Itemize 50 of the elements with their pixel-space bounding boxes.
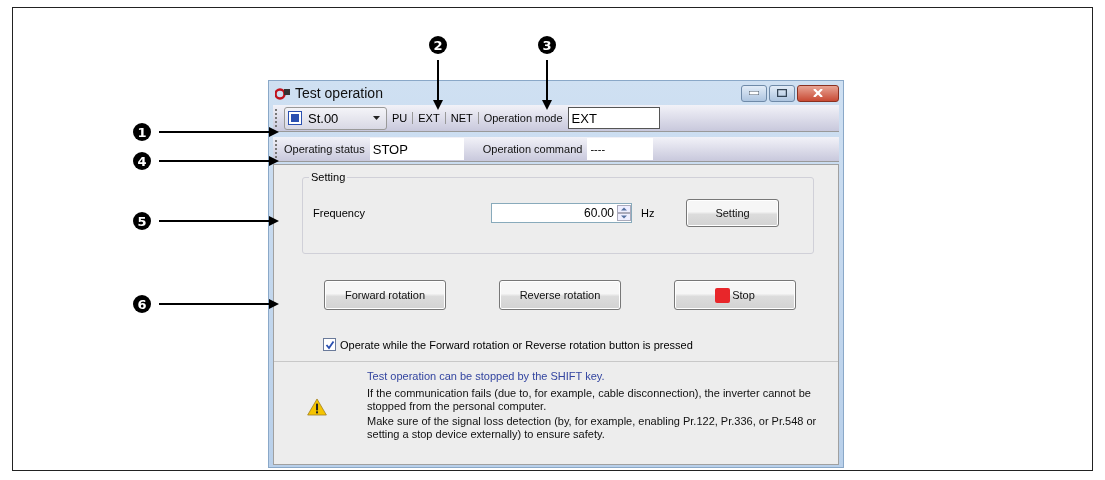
notice-text: If the communication fails (due to, for example, cable disconnection), the inverter cannot be stopped from the personal computer. [367,387,812,413]
maximize-button[interactable] [769,84,795,102]
checkbox-label: Operate while the Forward rotation or Reverse rotation button is pressed [340,338,693,351]
toolbar-grip[interactable] [275,109,279,127]
close-icon [813,89,823,97]
arrow-icon [159,299,279,309]
rotation-button[interactable]: Forward rotation [324,280,446,310]
frequency-label: Frequency [313,207,366,219]
spin-up-icon[interactable] [617,205,631,213]
operation-command-field: ---- [587,138,654,160]
stop-icon [715,287,731,303]
mode-button[interactable]: NET [450,112,479,124]
arrow-icon [542,60,552,110]
mode-button[interactable]: EXT [418,112,446,124]
frequency-field[interactable]: 60.00 [491,203,632,223]
setting-button[interactable]: Setting [686,199,779,227]
window-title: Test operation [295,85,383,101]
close-button[interactable] [797,84,839,102]
callout-number: 1 [133,123,151,141]
app-icon [275,86,291,100]
notice-headline: Test operation can be stopped by the SHIFT key. [367,370,606,383]
rotation-button[interactable]: Reverse rotation [499,280,621,310]
minimize-button[interactable] [741,84,767,102]
mode-button[interactable]: PU [392,112,414,124]
arrow-icon [433,60,443,110]
operation-command-label: Operation command [482,143,583,155]
station-icon [288,111,302,125]
notice-text: Make sure of the signal loss detection (by, for example, enabling Pr.122, Pr.336, or Pr.548 or setting a stop device externally) to ensure safety. [367,415,818,441]
minimize-icon [749,91,759,95]
arrow-icon [159,156,279,166]
group-title: Setting [310,171,347,183]
stop-button[interactable]: Stop [674,280,796,310]
station-dropdown[interactable]: St.00 [284,106,387,130]
operating-status-field: STOP [369,138,464,160]
operation-mode-label: Operation mode [483,112,563,124]
callout-number: 3 [538,36,556,54]
checkbox[interactable] [323,338,336,351]
toolbar-grip[interactable] [275,140,279,158]
callout-number: 2 [429,36,447,54]
spin-down-icon[interactable] [617,213,631,221]
callout-number: 6 [133,295,151,313]
arrow-icon [159,216,279,226]
operating-status-label: Operating status [284,143,365,155]
unit-label: Hz [641,207,656,219]
operation-mode-field: EXT [567,107,660,129]
caret-icon [373,116,380,120]
maximize-icon [777,89,787,97]
arrow-icon [159,127,279,137]
callout-number: 5 [133,212,151,230]
callout-number: 4 [133,152,151,170]
